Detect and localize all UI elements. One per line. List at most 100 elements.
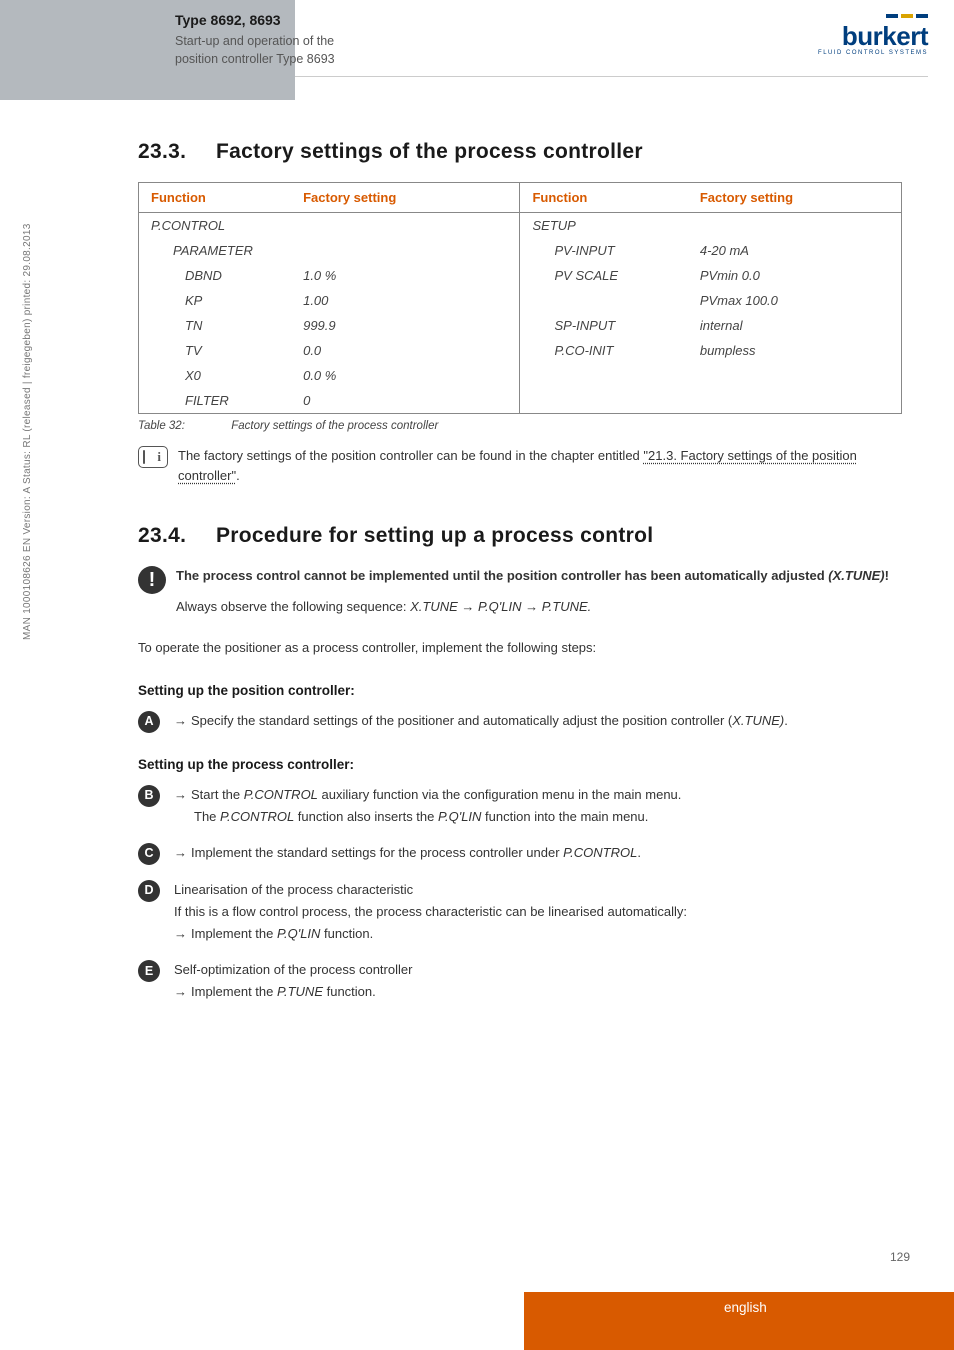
step-badge-c: C — [138, 843, 160, 865]
section-number: 23.4. — [138, 524, 216, 548]
step-e-content: Self-optimization of the process control… — [174, 959, 412, 1003]
step-c-content: Implement the standard settings for the … — [174, 842, 641, 864]
step-badge-e: E — [138, 960, 160, 982]
table-cell: internal — [688, 313, 902, 338]
info-post: . — [236, 468, 240, 483]
type-label: Type 8692, 8693 — [175, 12, 928, 28]
table-cell: PARAMETER — [139, 238, 292, 263]
warn-l1c: ! — [885, 568, 889, 583]
step-b: B Start the P.CONTROL auxiliary function… — [138, 784, 902, 828]
warn-l2b: X.TUNE → P.Q'LIN → P.TUNE. — [410, 599, 591, 614]
arrow-icon — [174, 713, 191, 728]
warning-note: ! The process control cannot be implemen… — [138, 566, 902, 618]
table-cell — [688, 213, 902, 239]
table-caption-text: Factory settings of the process controll… — [231, 420, 438, 432]
section-title: Factory settings of the process controll… — [216, 140, 643, 163]
step-b-content: Start the P.CONTROL auxiliary function v… — [174, 784, 681, 828]
table-cell: bumpless — [688, 338, 902, 363]
exclamation-icon: ! — [138, 566, 166, 594]
th-function-1: Function — [139, 183, 292, 213]
table-cell: TN — [139, 313, 292, 338]
page-content: 23.3.Factory settings of the process con… — [0, 100, 954, 1003]
d-l2-pre: Implement the — [191, 926, 277, 941]
b-l2-it2: P.Q'LIN — [438, 809, 481, 824]
info-pre: The factory settings of the position con… — [178, 448, 643, 463]
c-post: . — [637, 845, 641, 860]
step-a-content: Specify the standard settings of the pos… — [174, 710, 788, 732]
table-cell: PV SCALE — [520, 263, 688, 288]
subtitle-line-2: position controller Type 8693 — [175, 52, 335, 66]
warning-text: The process control cannot be implemente… — [176, 566, 889, 618]
logo-subtext: FLUID CONTROL SYSTEMS — [818, 50, 928, 56]
table-cell: 999.9 — [291, 313, 520, 338]
section-23-3-heading: 23.3.Factory settings of the process con… — [138, 140, 902, 164]
table-cell: P.CONTROL — [139, 213, 292, 239]
step-badge-d: D — [138, 880, 160, 902]
info-note: The factory settings of the position con… — [138, 446, 902, 486]
step-badge-a: A — [138, 711, 160, 733]
info-icon — [138, 446, 168, 468]
table-caption: Table 32: Factory settings of the proces… — [138, 420, 902, 432]
info-note-text: The factory settings of the position con… — [178, 446, 902, 486]
d-title: Linearisation of the process characteris… — [174, 879, 687, 901]
table-cell: 1.00 — [291, 288, 520, 313]
table-cell: 0.0 % — [291, 363, 520, 388]
subhead-process-controller: Setting up the process controller: — [138, 757, 902, 772]
warn-l1a: The process control cannot be implemente… — [176, 568, 828, 583]
table-cell: 0 — [291, 388, 520, 414]
e-l1-it: P.TUNE — [277, 984, 323, 999]
table-number: Table 32: — [138, 420, 228, 432]
section-title: Procedure for setting up a process contr… — [216, 524, 653, 547]
c-pre: Implement the standard settings for the … — [191, 845, 563, 860]
b-l1-it1: P.CONTROL — [244, 787, 318, 802]
d-l1: If this is a flow control process, the p… — [174, 901, 687, 923]
warn-l1b: (X.TUNE) — [828, 568, 884, 583]
section-23-4-heading: 23.4.Procedure for setting up a process … — [138, 524, 902, 548]
table-cell — [520, 288, 688, 313]
arrow-icon — [174, 787, 191, 802]
b-l1-mid: auxiliary function via the configuration… — [318, 787, 681, 802]
step-d-content: Linearisation of the process characteris… — [174, 879, 687, 945]
d-l2-it: P.Q'LIN — [277, 926, 320, 941]
step-a-post: . — [784, 713, 788, 728]
step-c: C Implement the standard settings for th… — [138, 842, 902, 865]
table-cell: TV — [139, 338, 292, 363]
section-number: 23.3. — [138, 140, 216, 164]
b-l2-it1: P.CONTROL — [220, 809, 294, 824]
arrow-icon — [174, 926, 191, 941]
th-setting-2: Factory setting — [688, 183, 902, 213]
header-white-block: Type 8692, 8693 Start-up and operation o… — [295, 0, 954, 100]
step-d: D Linearisation of the process character… — [138, 879, 902, 945]
footer-right: english — [524, 1292, 954, 1350]
table-cell: FILTER — [139, 388, 292, 414]
header-rule — [295, 76, 928, 77]
step-a: A Specify the standard settings of the p… — [138, 710, 902, 733]
b-l2-pre: The — [194, 809, 220, 824]
step-e: E Self-optimization of the process contr… — [138, 959, 902, 1003]
table-cell: P.CO-INIT — [520, 338, 688, 363]
table-cell: 1.0 % — [291, 263, 520, 288]
table-cell: 0.0 — [291, 338, 520, 363]
intro-text: To operate the positioner as a process c… — [138, 638, 902, 659]
e-l1-post: function. — [323, 984, 376, 999]
e-l1-pre: Implement the — [191, 984, 277, 999]
table-cell: PVmin 0.0 — [688, 263, 902, 288]
table-cell: PV-INPUT — [520, 238, 688, 263]
page-header: Type 8692, 8693 Start-up and operation o… — [0, 0, 954, 100]
arrow-icon — [174, 845, 191, 860]
table-cell: KP — [139, 288, 292, 313]
warn-l2a: Always observe the following sequence: — [176, 599, 410, 614]
b-l2-post: function into the main menu. — [481, 809, 648, 824]
subhead-position-controller: Setting up the position controller: — [138, 683, 902, 698]
table-cell — [291, 238, 520, 263]
th-setting-1: Factory setting — [291, 183, 520, 213]
step-a-it: X.TUNE) — [732, 713, 784, 728]
table-cell — [688, 363, 902, 388]
table-cell — [520, 363, 688, 388]
table-cell: SP-INPUT — [520, 313, 688, 338]
page-footer: english — [0, 1292, 954, 1350]
table-cell — [520, 388, 688, 414]
logo-bars-icon — [818, 14, 928, 18]
footer-language: english — [724, 1300, 767, 1315]
logo: burkert FLUID CONTROL SYSTEMS — [818, 14, 928, 56]
